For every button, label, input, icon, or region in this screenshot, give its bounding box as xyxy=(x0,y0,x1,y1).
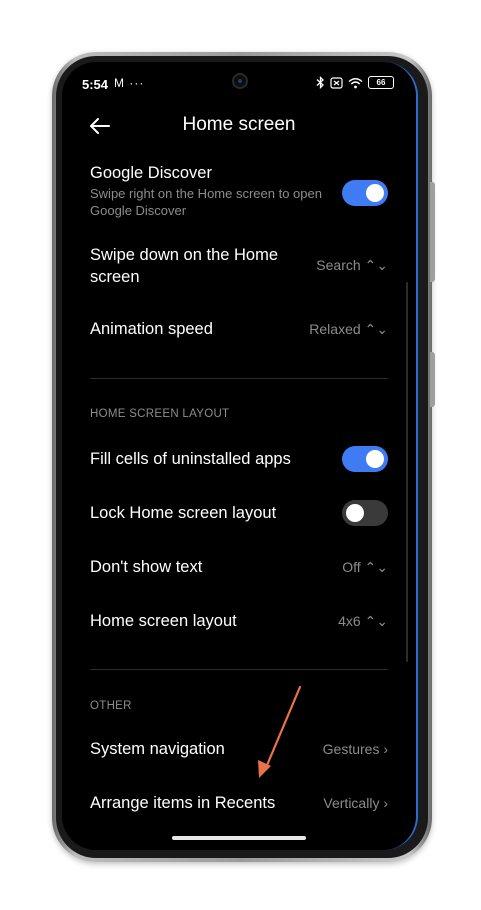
google-discover-title: Google Discover xyxy=(90,164,212,182)
phone-screen: 5:54 M ··· 66 Home screen Google Discove… xyxy=(62,62,418,850)
fill-cells-toggle[interactable] xyxy=(342,446,388,472)
home-indicator[interactable] xyxy=(172,836,306,840)
arrange-recents-row[interactable]: Arrange items in Recents Vertically › xyxy=(90,792,388,816)
wifi-icon xyxy=(348,77,363,88)
volume-button xyxy=(430,182,435,282)
toggle-knob xyxy=(366,450,384,468)
section-header-other: OTHER xyxy=(90,700,132,712)
status-bar: 5:54 M ··· 66 xyxy=(62,62,416,106)
home-layout-row[interactable]: Home screen layout 4x6 ⌃⌄ xyxy=(90,610,388,634)
swipe-down-value: Search ⌃⌄ xyxy=(316,257,388,273)
animation-speed-row[interactable]: Animation speed Relaxed ⌃⌄ xyxy=(90,318,388,342)
home-layout-value: 4x6 ⌃⌄ xyxy=(338,613,388,629)
battery-icon: 66 xyxy=(368,76,394,89)
google-discover-subtitle: Swipe right on the Home screen to open G… xyxy=(90,186,322,218)
lock-layout-toggle[interactable] xyxy=(342,500,388,526)
section-divider xyxy=(90,378,388,379)
notification-icons: M ··· xyxy=(114,76,145,90)
arrange-recents-value: Vertically › xyxy=(323,795,388,811)
toggle-knob xyxy=(366,184,384,202)
dont-show-text-row[interactable]: Don't show text Off ⌃⌄ xyxy=(90,556,388,580)
page-header: Home screen xyxy=(62,106,416,146)
google-discover-row[interactable]: Google Discover Swipe right on the Home … xyxy=(90,162,388,222)
fill-cells-row[interactable]: Fill cells of uninstalled apps xyxy=(90,446,388,472)
front-camera xyxy=(232,73,248,89)
power-button xyxy=(430,352,435,407)
bluetooth-icon xyxy=(316,76,324,89)
system-navigation-row[interactable]: System navigation Gestures › xyxy=(90,738,388,762)
scrollbar[interactable] xyxy=(406,282,408,662)
section-divider xyxy=(90,669,388,670)
status-right-icons: 66 xyxy=(316,76,394,89)
sim-off-icon xyxy=(330,76,343,89)
swipe-down-title: Swipe down on the Home screen xyxy=(90,246,279,286)
toggle-knob xyxy=(346,504,364,522)
screenshot-canvas: 5:54 M ··· 66 Home screen Google Discove… xyxy=(0,0,481,910)
animation-speed-value: Relaxed ⌃⌄ xyxy=(309,321,388,337)
section-header-layout: HOME SCREEN LAYOUT xyxy=(90,408,230,420)
status-time: 5:54 xyxy=(82,77,109,92)
page-title: Home screen xyxy=(182,114,296,135)
system-navigation-value: Gestures › xyxy=(322,741,388,757)
lock-layout-row[interactable]: Lock Home screen layout xyxy=(90,500,388,526)
dont-show-text-value: Off ⌃⌄ xyxy=(342,559,388,575)
google-discover-toggle[interactable] xyxy=(342,180,388,206)
swipe-down-row[interactable]: Swipe down on the Home screen Search ⌃⌄ xyxy=(90,244,388,290)
